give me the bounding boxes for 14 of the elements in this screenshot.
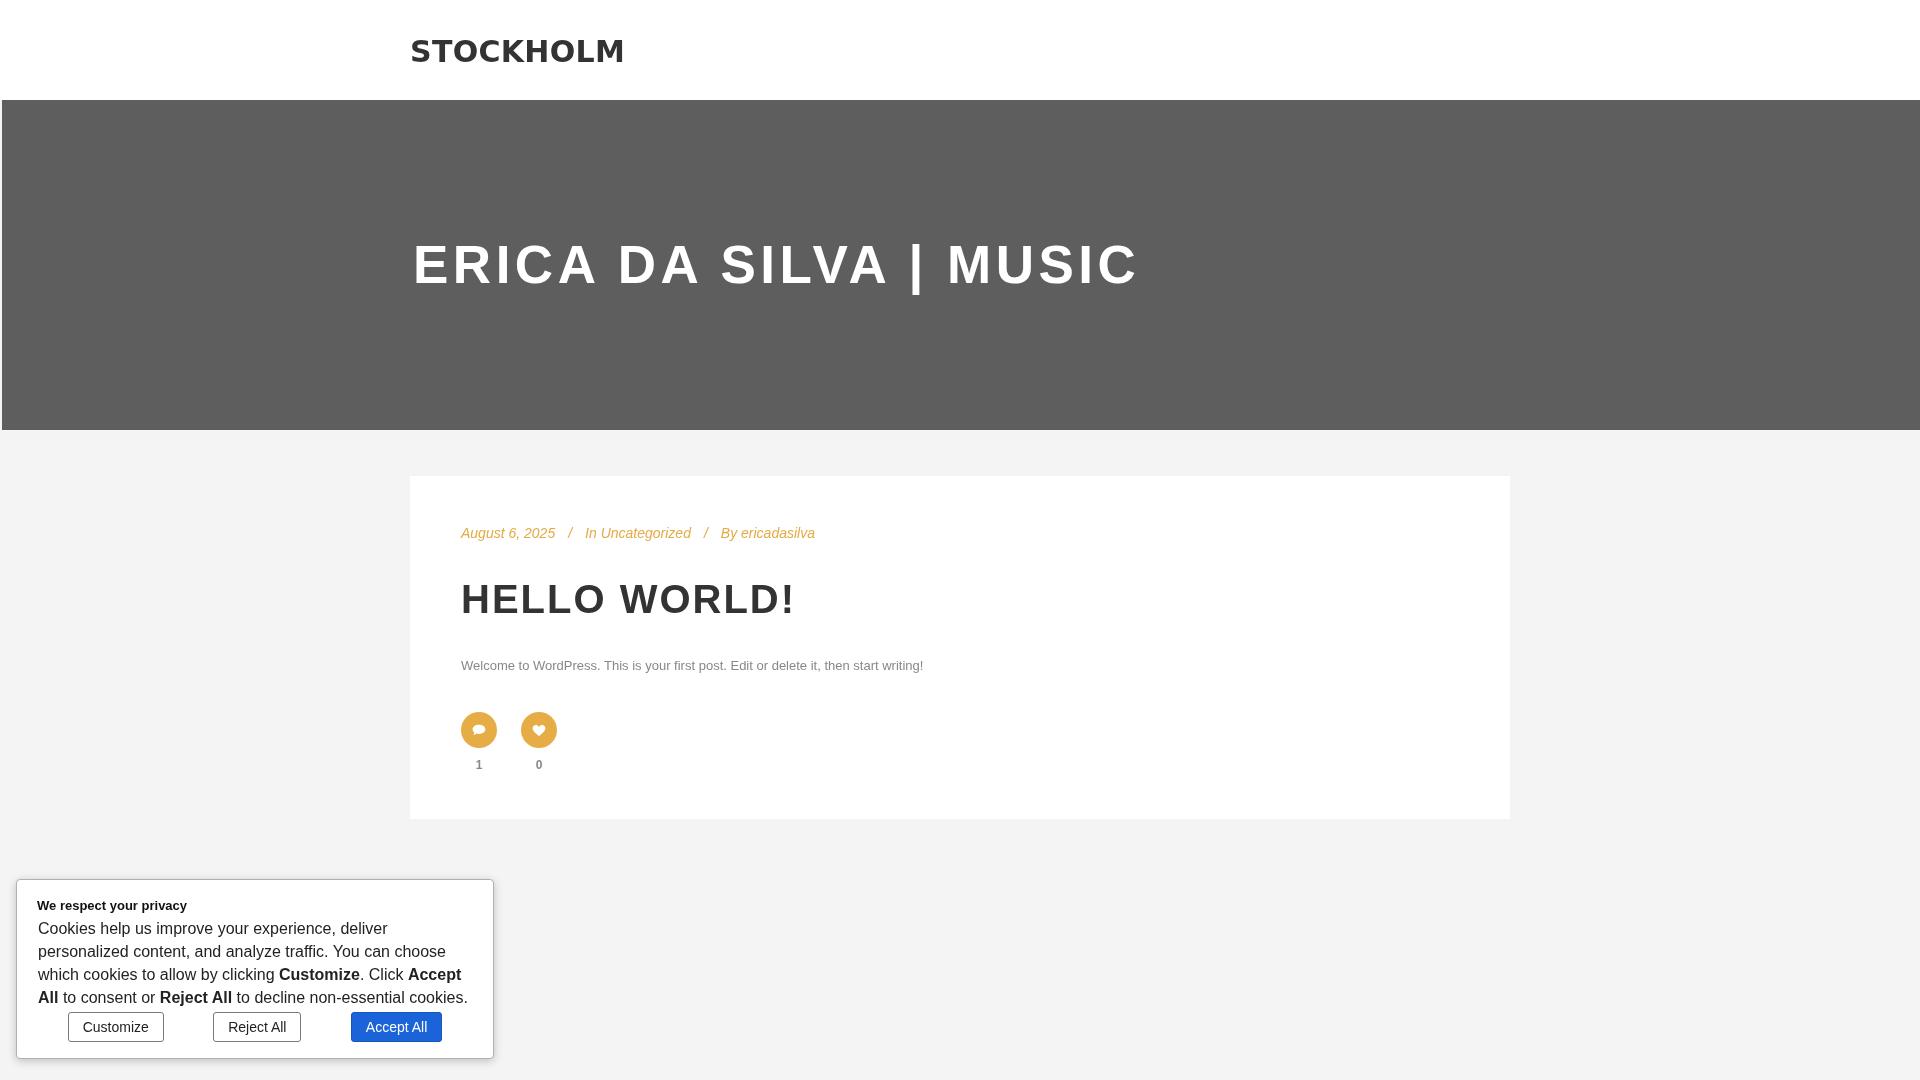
accept-all-button[interactable]: Accept All xyxy=(350,1012,443,1042)
post-title[interactable]: HELLO WORLD! xyxy=(461,575,1459,623)
post-excerpt: Welcome to WordPress. This is your first post. Edit or delete it, then start writing! xyxy=(461,657,925,675)
hero-title: ERICA DA SILVA | MUSIC xyxy=(413,235,1142,295)
speech-bubble-icon[interactable] xyxy=(461,712,497,748)
like-count: 0 xyxy=(535,757,543,773)
meta-separator: / xyxy=(703,524,708,543)
site-title[interactable]: STOCKHOLM xyxy=(410,31,626,69)
cookie-banner-text: Cookies help us improve your experience, deliver personalized content, and analyze traffic. You can choose which cookies to allow by clicking Customize. Click Accept All to consent or Reject All to decline non-essential cookies. xyxy=(38,919,469,1008)
reject-all-button[interactable]: Reject All xyxy=(213,1012,302,1042)
comment-count: 1 xyxy=(475,757,483,773)
cookie-banner-title: We respect your privacy xyxy=(37,898,189,914)
meta-separator: / xyxy=(568,524,573,543)
customize-button[interactable]: Customize xyxy=(67,1012,164,1042)
